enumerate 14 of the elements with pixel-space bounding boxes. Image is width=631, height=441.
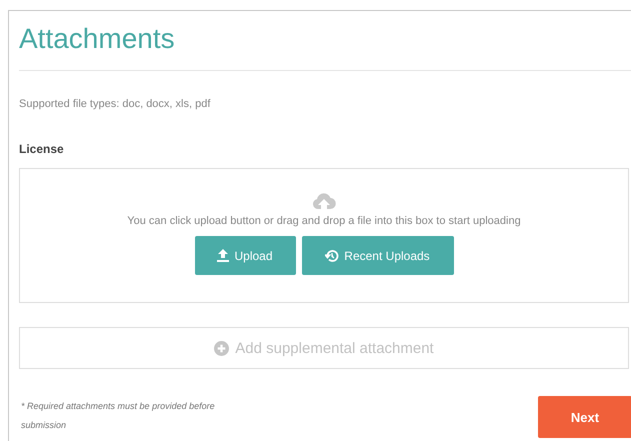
history-icon	[325, 248, 340, 262]
supported-types-text: Supported file types: doc, docx, xls, pdf	[19, 98, 212, 110]
section-label: License	[19, 142, 65, 156]
upload-button[interactable]: Upload	[194, 236, 296, 275]
page-title: Attachments	[19, 22, 176, 56]
drop-zone-text: You can click upload button or drag and drop a file into this box to start uploading	[127, 215, 521, 227]
upload-icon	[217, 249, 230, 262]
next-button[interactable]: Next	[538, 396, 631, 438]
plus-circle-icon	[214, 340, 230, 356]
add-attachment-button[interactable]: Add supplemental attachment	[19, 327, 629, 369]
cloud-upload-icon	[312, 193, 336, 211]
drop-zone[interactable]: You can click upload button or drag and drop a file into this box to start uploading Upload Recent Uploads	[19, 168, 629, 303]
required-note: * Required attachments must be provided before submission	[20, 400, 216, 432]
recent-uploads-button[interactable]: Recent Uploads	[302, 236, 454, 275]
